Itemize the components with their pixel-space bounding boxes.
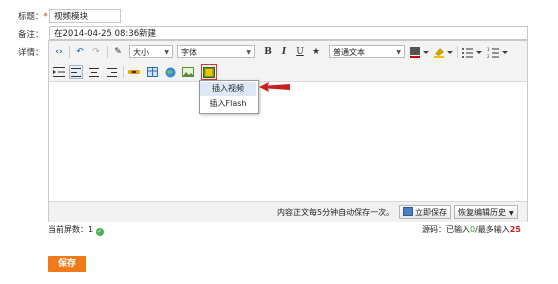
title-label: 标题：* — [18, 12, 48, 22]
ordered-list-icon[interactable]: 12 — [487, 45, 509, 59]
check-icon: ✓ — [95, 228, 104, 236]
font-family-select[interactable]: 字体 ▼ — [177, 45, 255, 58]
align-right-icon[interactable] — [105, 65, 119, 79]
detail-label: 详情： — [18, 48, 44, 58]
save-button[interactable]: 保存 — [48, 256, 86, 272]
font-color-icon[interactable] — [409, 45, 429, 59]
annotation-arrow — [259, 82, 290, 92]
unordered-list-icon[interactable] — [461, 45, 483, 59]
save-disk-icon — [403, 207, 413, 216]
font-size-select[interactable]: 大小 ▼ — [129, 45, 173, 58]
save-now-button[interactable]: 立即保存 — [399, 205, 451, 219]
source-code-icon[interactable]: ‹› — [52, 45, 66, 59]
indent-icon[interactable] — [52, 65, 66, 79]
link-icon[interactable] — [127, 65, 141, 79]
strikethrough-icon[interactable]: ★ — [309, 45, 323, 59]
paragraph-format-select[interactable]: 普通文本 ▼ — [329, 45, 405, 58]
rich-text-editor: ‹› ↶ ↷ ✎ 大小 ▼ 字体 ▼ B I U ★ 普通文本 ▼ 12 插入视… — [48, 40, 528, 222]
chevron-down-icon: ▼ — [509, 210, 514, 217]
undo-icon[interactable]: ↶ — [73, 45, 87, 59]
svg-text:2: 2 — [487, 54, 490, 59]
italic-button[interactable]: I — [277, 45, 291, 59]
svg-text:1: 1 — [487, 47, 490, 52]
format-painter-icon[interactable]: ✎ — [111, 45, 125, 59]
autosave-text: 内容正文每5分钟自动保存一次。 — [277, 208, 395, 217]
bold-button[interactable]: B — [261, 45, 275, 59]
redo-icon[interactable]: ↷ — [89, 45, 103, 59]
restore-history-button[interactable]: 恢复编辑历史 ▼ — [454, 205, 518, 219]
insert-media-dropdown: 插入视频 插入Flash — [199, 80, 259, 114]
editor-status-bar: 内容正文每5分钟自动保存一次。 立即保存 恢复编辑历史 ▼ — [49, 201, 527, 222]
note-input[interactable]: 在2014-04-25 08:36新建 — [49, 26, 528, 40]
insert-media-icon[interactable] — [201, 64, 217, 80]
toolbar-separator — [457, 46, 458, 58]
insert-flash-item[interactable]: 插入Flash — [200, 97, 256, 111]
toolbar-separator — [107, 46, 108, 58]
toolbar-separator — [69, 46, 70, 58]
align-left-icon[interactable] — [69, 65, 83, 79]
background-color-icon[interactable] — [433, 45, 453, 59]
editor-toolbar: ‹› ↶ ↷ ✎ 大小 ▼ 字体 ▼ B I U ★ 普通文本 ▼ 12 — [49, 41, 527, 82]
globe-icon[interactable] — [163, 65, 177, 79]
title-input[interactable]: 视频模块 — [49, 9, 121, 23]
required-mark: * — [43, 12, 48, 22]
insert-video-item[interactable]: 插入视频 — [200, 82, 256, 96]
source-char-count: 源码：已输入0/最多输入25 — [422, 225, 521, 234]
table-icon[interactable] — [145, 65, 159, 79]
note-label: 备注： — [18, 30, 44, 40]
page-count: 当前屏数：1 ✓ — [48, 225, 104, 236]
image-icon[interactable] — [181, 65, 195, 79]
toolbar-separator — [123, 66, 124, 78]
align-center-icon[interactable] — [87, 65, 101, 79]
underline-button[interactable]: U — [293, 45, 307, 59]
